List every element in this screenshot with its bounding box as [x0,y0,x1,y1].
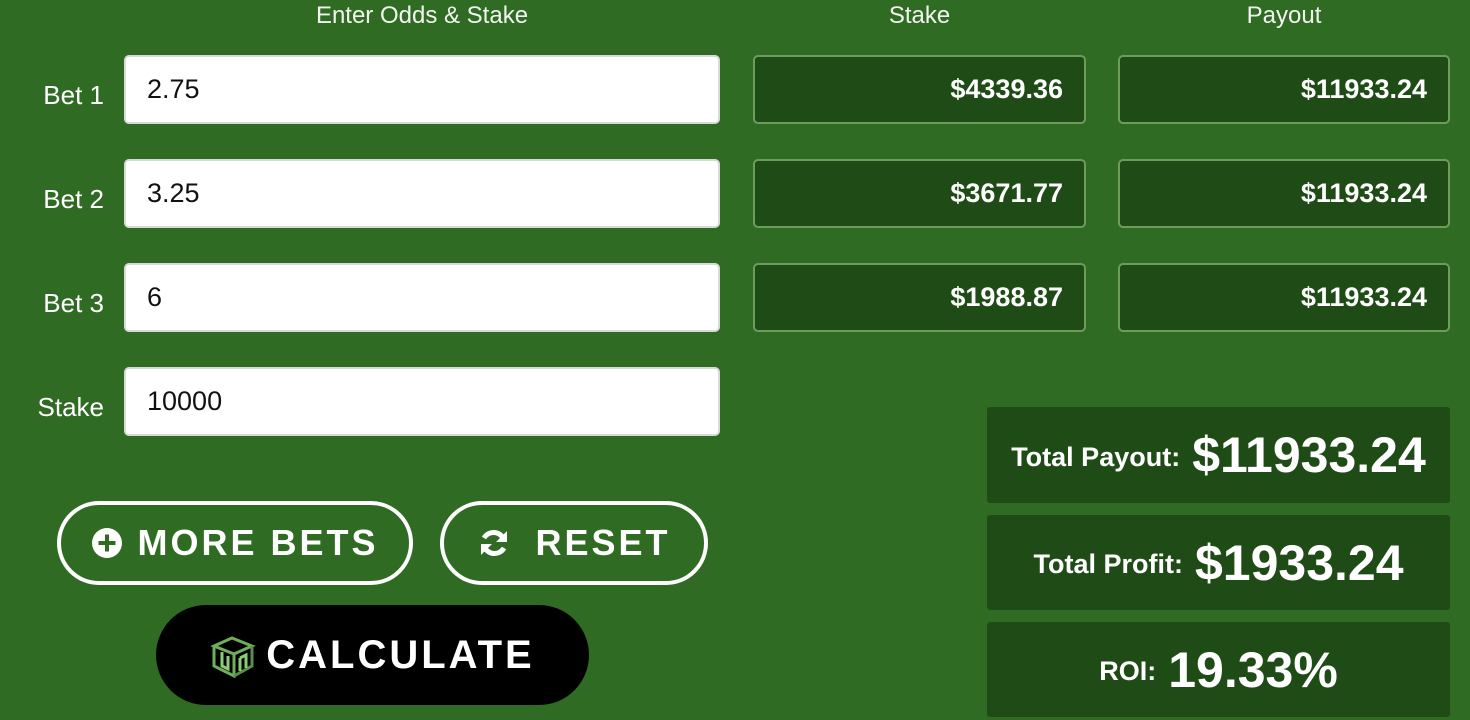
bet-1-odds-input[interactable] [124,55,720,124]
reset-button[interactable]: RESET [440,501,708,585]
bet-2-payout-output: $11933.24 [1118,159,1450,228]
bet-3-odds-input[interactable] [124,263,720,332]
bet-1-payout-output: $11933.24 [1118,55,1450,124]
bet-1-label: Bet 1 [43,80,104,110]
bet-2-stake-output: $3671.77 [753,159,1086,228]
payout-column-header: Payout [1246,2,1322,29]
bet-3-stake-output: $1988.87 [753,263,1086,332]
total-stake-input[interactable] [124,367,720,436]
bet-2-odds-input[interactable] [124,159,720,228]
reset-label: RESET [535,522,671,563]
roi-value: 19.33% [1168,641,1338,698]
roi-label: ROI: [1099,656,1157,686]
total-profit-value: $1933.24 [1194,534,1404,591]
calculate-label: CALCULATE [266,632,535,677]
more-bets-button[interactable]: MORE BETS [57,501,413,585]
bet-2-label: Bet 2 [43,184,104,214]
refresh-icon [477,526,511,560]
total-payout-value: $11933.24 [1192,427,1426,483]
bet-1-stake-output: $4339.36 [753,55,1086,124]
total-payout-label: Total Payout: [1011,441,1181,472]
plus-circle-icon [91,527,123,559]
odds-stake-header: Enter Odds & Stake [315,2,529,29]
total-stake-label: Stake [37,392,105,422]
stake-column-header: Stake [888,2,951,29]
bet-3-label: Bet 3 [43,288,104,318]
more-bets-label: MORE BETS [137,522,379,563]
calculate-button[interactable]: CALCULATE [156,605,589,705]
total-profit-label: Total Profit: [1033,549,1183,579]
brand-logo-icon [210,634,257,680]
total-profit-box: Total Profit: $1933.24 [987,515,1450,610]
roi-box: ROI: 19.33% [987,622,1450,717]
bet-3-payout-output: $11933.24 [1118,263,1450,332]
total-payout-box: Total Payout: $11933.24 [987,407,1450,503]
